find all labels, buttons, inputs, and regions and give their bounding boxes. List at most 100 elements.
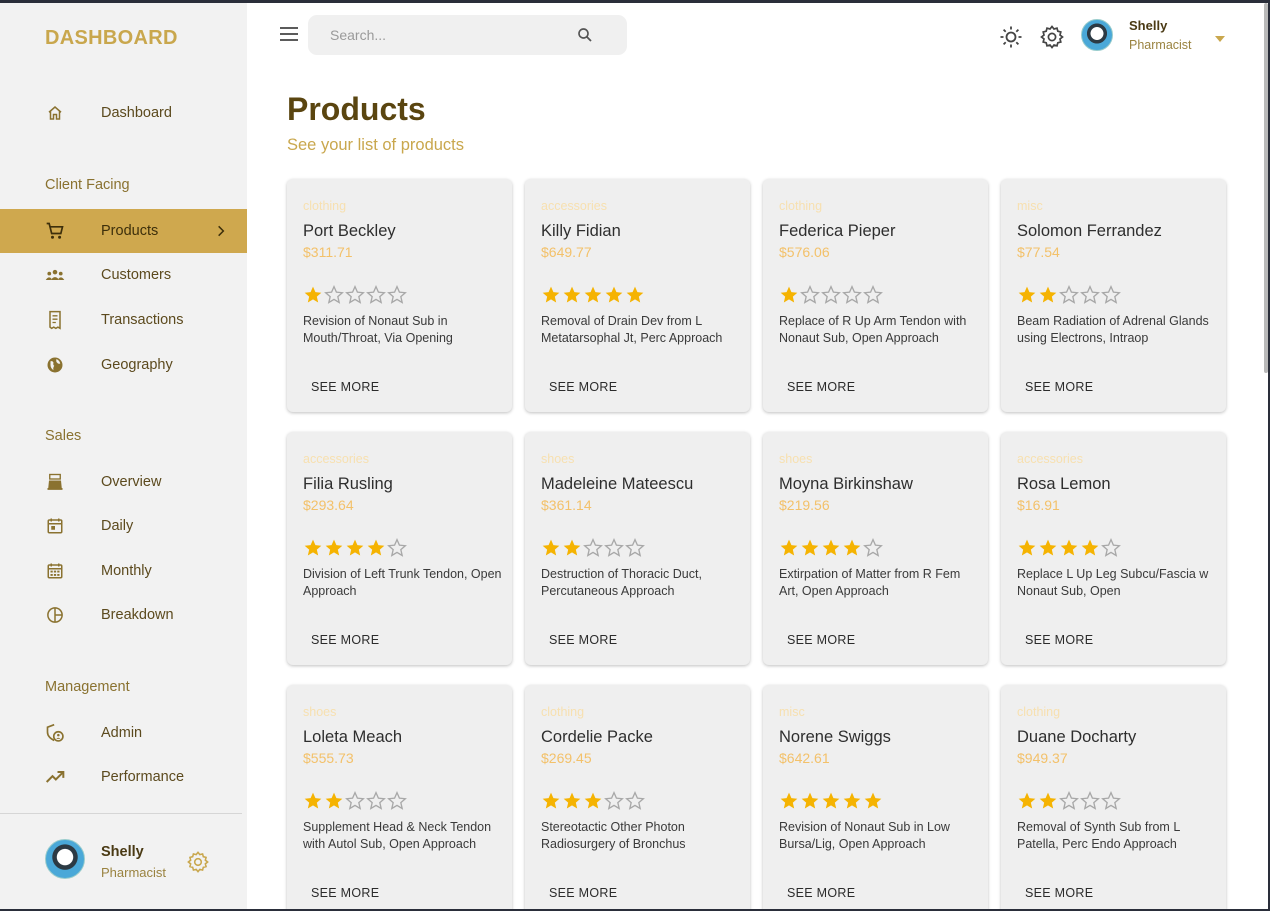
product-grid: clothing Port Beckley $311.71 Revision of N… <box>287 179 1226 909</box>
product-card: shoes Madeleine Mateescu $361.14 Destructio… <box>525 432 750 665</box>
star-empty-icon <box>1059 791 1079 810</box>
sidebar: DASHBOARD Dashboard Client Facing Produc… <box>0 3 247 909</box>
product-rating <box>779 285 883 305</box>
see-more-button[interactable]: SEE MORE <box>1025 886 1093 900</box>
product-name: Solomon Ferrandez <box>1017 222 1162 240</box>
see-more-button[interactable]: SEE MORE <box>311 886 379 900</box>
see-more-button[interactable]: SEE MORE <box>787 886 855 900</box>
product-price: $269.45 <box>541 750 592 766</box>
groups-icon <box>45 265 65 285</box>
product-rating <box>1017 538 1121 558</box>
see-more-button[interactable]: SEE MORE <box>1025 380 1093 394</box>
product-card: clothing Port Beckley $311.71 Revision of N… <box>287 179 512 412</box>
star-empty-icon <box>625 538 645 557</box>
see-more-button[interactable]: SEE MORE <box>787 380 855 394</box>
product-rating <box>541 791 645 811</box>
star-filled-icon <box>584 286 602 303</box>
star-empty-icon <box>387 285 407 304</box>
product-name: Norene Swiggs <box>779 728 891 746</box>
sidebar-item-label: Customers <box>101 267 172 283</box>
menu-icon[interactable] <box>280 27 300 47</box>
product-card: shoes Moyna Birkinshaw $219.56 Extirpation … <box>763 432 988 665</box>
star-empty-icon <box>1101 791 1121 810</box>
avatar <box>45 839 85 879</box>
product-rating <box>541 538 645 558</box>
product-description: Extirpation of Matter from R Fem Art, Op… <box>779 567 961 598</box>
see-more-button[interactable]: SEE MORE <box>549 886 617 900</box>
star-empty-icon <box>1101 285 1121 304</box>
sidebar-item-monthly[interactable]: Monthly <box>0 549 247 593</box>
product-name: Port Beckley <box>303 222 396 240</box>
sidebar-item-customers[interactable]: Customers <box>0 253 247 297</box>
calendar-month-icon <box>45 561 65 581</box>
sidebar-item-overview[interactable]: Overview <box>0 460 247 504</box>
star-empty-icon <box>583 538 603 557</box>
sidebar-user-name: Shelly <box>101 844 144 860</box>
star-filled-icon <box>367 539 385 556</box>
sidebar-item-label: Transactions <box>101 312 184 328</box>
settings-icon[interactable] <box>1040 25 1064 49</box>
star-filled-icon <box>542 539 560 556</box>
star-empty-icon <box>366 791 386 810</box>
light-mode-icon[interactable] <box>999 25 1023 49</box>
sidebar-divider <box>0 813 242 814</box>
star-empty-icon <box>345 285 365 304</box>
star-filled-icon <box>626 286 644 303</box>
sidebar-item-label: Geography <box>101 357 173 373</box>
product-description: Removal of Drain Dev from L Metatarsopha… <box>541 314 723 345</box>
star-filled-icon <box>801 539 819 556</box>
star-filled-icon <box>1081 539 1099 556</box>
product-description: Revision of Nonaut Sub in Mouth/Throat, … <box>303 314 453 345</box>
see-more-button[interactable]: SEE MORE <box>549 380 617 394</box>
product-card: clothing Federica Pieper $576.06 Replace of… <box>763 179 988 412</box>
topbar-user-avatar[interactable] <box>1081 19 1113 51</box>
star-filled-icon <box>325 792 343 809</box>
sidebar-item-breakdown[interactable]: Breakdown <box>0 593 247 637</box>
sidebar-item-geography[interactable]: Geography <box>0 343 247 387</box>
product-price: $16.91 <box>1017 497 1060 513</box>
product-rating <box>779 791 883 811</box>
star-empty-icon <box>604 791 624 810</box>
see-more-button[interactable]: SEE MORE <box>787 633 855 647</box>
star-empty-icon <box>842 285 862 304</box>
product-category: accessories <box>1017 452 1083 466</box>
sidebar-item-label: Monthly <box>101 563 152 579</box>
product-card: accessories Rosa Lemon $16.91 Replace L Up … <box>1001 432 1226 665</box>
star-empty-icon <box>345 791 365 810</box>
sidebar-item-dashboard[interactable]: Dashboard <box>0 91 247 135</box>
star-filled-icon <box>1018 286 1036 303</box>
star-empty-icon <box>625 791 645 810</box>
sidebar-item-label: Daily <box>101 518 134 534</box>
topbar-user-name[interactable]: Shelly <box>1129 18 1167 33</box>
search-icon[interactable] <box>576 26 594 44</box>
see-more-button[interactable]: SEE MORE <box>311 380 379 394</box>
sidebar-item-transactions[interactable]: Transactions <box>0 298 247 342</box>
product-category: accessories <box>541 199 607 213</box>
product-description: Stereotactic Other Photon Radiosurgery o… <box>541 820 686 851</box>
sidebar-item-products[interactable]: Products <box>0 209 247 253</box>
sidebar-item-performance[interactable]: Performance <box>0 755 247 799</box>
star-empty-icon <box>1059 285 1079 304</box>
see-more-button[interactable]: SEE MORE <box>311 633 379 647</box>
caret-down-icon[interactable] <box>1213 31 1227 42</box>
gear-icon[interactable] <box>187 851 209 873</box>
star-filled-icon <box>1039 286 1057 303</box>
star-filled-icon <box>780 286 798 303</box>
see-more-button[interactable]: SEE MORE <box>549 633 617 647</box>
sidebar-item-admin[interactable]: Admin <box>0 711 247 755</box>
star-filled-icon <box>584 792 602 809</box>
sidebar-item-daily[interactable]: Daily <box>0 504 247 548</box>
see-more-button[interactable]: SEE MORE <box>1025 633 1093 647</box>
product-description: Replace L Up Leg Subcu/Fascia w Nonaut S… <box>1017 567 1209 598</box>
product-description: Supplement Head & Neck Tendon with Autol… <box>303 820 492 851</box>
brand-logo[interactable]: DASHBOARD <box>45 27 178 50</box>
star-empty-icon <box>863 538 883 557</box>
product-name: Madeleine Mateescu <box>541 475 694 493</box>
search-input[interactable] <box>330 25 560 45</box>
product-rating <box>541 285 645 305</box>
product-description: Beam Radiation of Adrenal Glands using E… <box>1017 314 1209 345</box>
product-name: Cordelie Packe <box>541 728 653 746</box>
point-of-sale-icon <box>45 472 65 492</box>
receipt-icon <box>45 310 65 330</box>
scrollbar[interactable] <box>1264 3 1268 373</box>
